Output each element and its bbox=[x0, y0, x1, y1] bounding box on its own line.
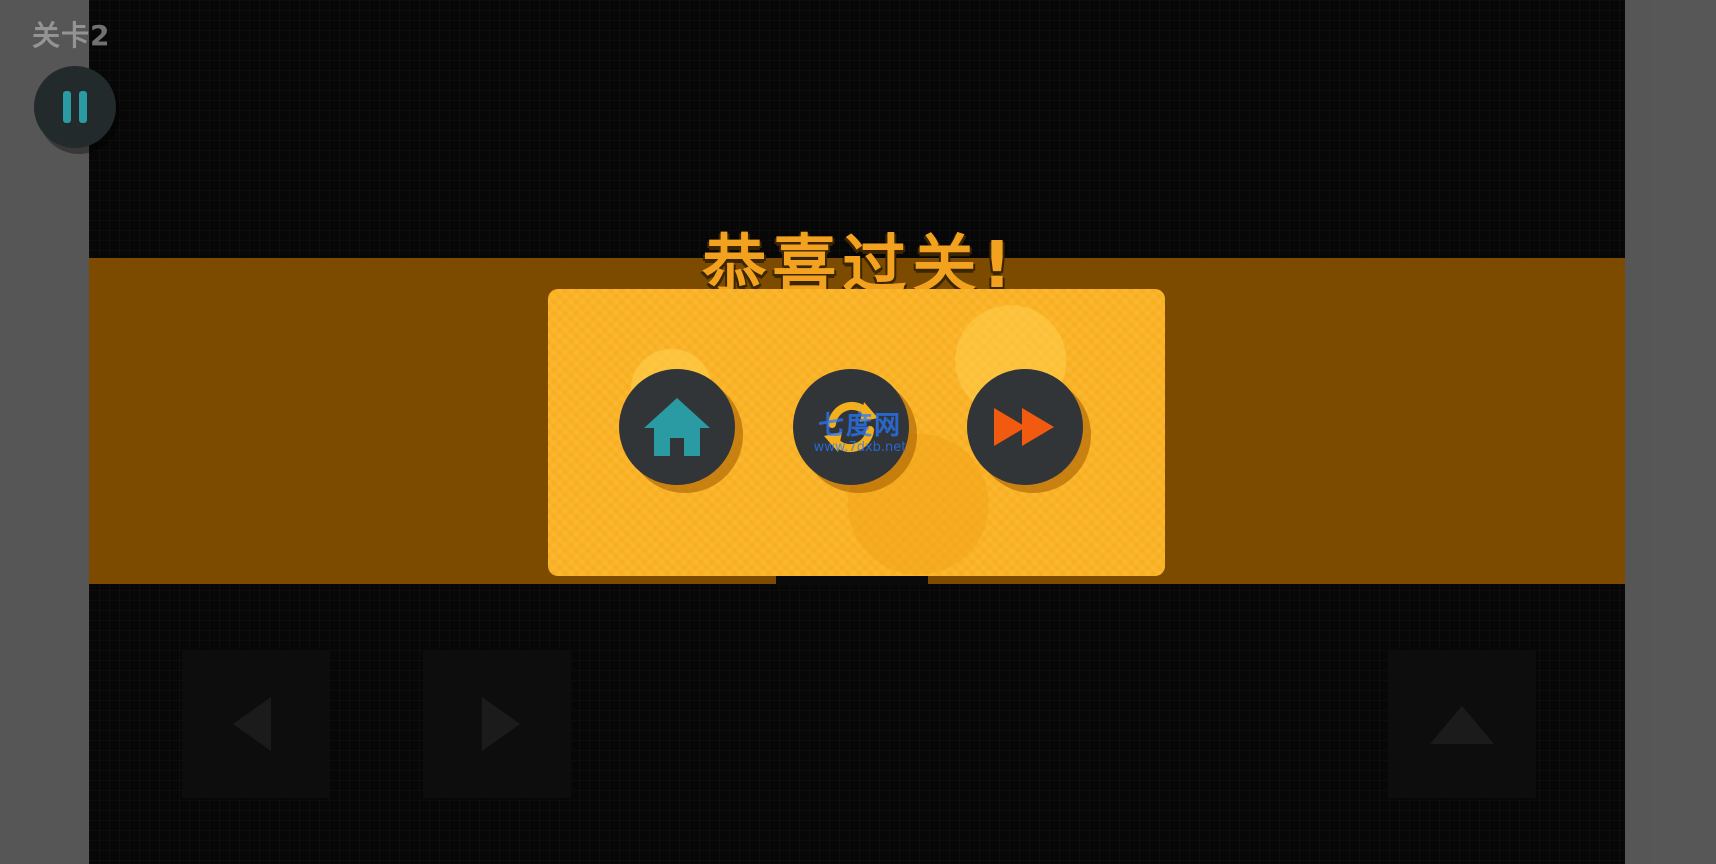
home-icon bbox=[644, 398, 710, 456]
restart-icon bbox=[824, 401, 878, 453]
pause-icon bbox=[63, 91, 87, 123]
pause-button[interactable] bbox=[34, 66, 116, 148]
restart-button[interactable] bbox=[793, 369, 909, 485]
next-level-button[interactable] bbox=[967, 369, 1083, 485]
game-screen: 关卡2 恭喜过关! 七度网 www.7dxb.net bbox=[0, 0, 1716, 864]
result-panel bbox=[548, 289, 1165, 576]
home-button[interactable] bbox=[619, 369, 735, 485]
level-label: 关卡2 bbox=[32, 19, 111, 52]
band-notch bbox=[776, 576, 928, 586]
fast-forward-icon bbox=[994, 408, 1054, 446]
